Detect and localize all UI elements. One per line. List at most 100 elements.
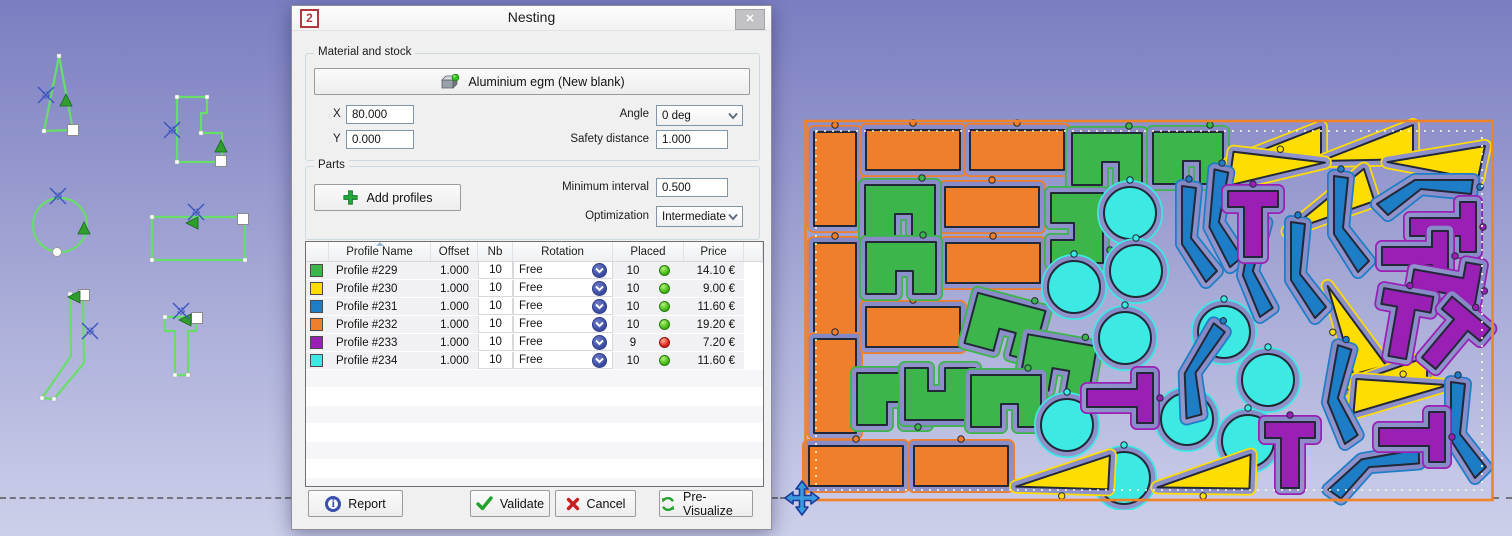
profile-table-row[interactable]: Profile #2331.00010Free97.20 € (306, 334, 763, 352)
rotation-cell[interactable]: Free (513, 298, 613, 315)
stick-profile[interactable] (40, 290, 98, 402)
rotation-cell[interactable]: Free (513, 334, 613, 351)
swatch-cell (306, 262, 329, 279)
header-offset[interactable]: Offset (431, 242, 478, 261)
rotation-dropdown-button[interactable] (592, 317, 607, 332)
header-nb[interactable]: Nb (478, 242, 513, 261)
nested-part-orange[interactable] (814, 233, 856, 337)
nb-cell[interactable]: 10 (478, 316, 513, 333)
nested-part-cyan[interactable] (1099, 302, 1151, 364)
vertex-tick (40, 396, 44, 400)
nested-part-green[interactable] (866, 232, 936, 294)
nested-part-orange[interactable] (814, 329, 856, 433)
start-handle[interactable] (53, 248, 62, 257)
circle-profile[interactable] (33, 188, 90, 257)
nested-part-cyan[interactable] (1242, 344, 1294, 406)
nested-part-orange[interactable] (914, 436, 1008, 486)
header-swatch[interactable] (306, 242, 329, 261)
nested-part-orange[interactable] (866, 120, 960, 170)
profile-table-row[interactable]: Profile #2321.00010Free1019.20 € (306, 316, 763, 334)
profile-color-swatch (310, 282, 323, 295)
nested-part-orange[interactable] (814, 122, 856, 226)
offset-cell: 1.000 (431, 316, 478, 333)
add-profiles-button[interactable]: Add profiles (314, 184, 461, 211)
nested-part-cyan[interactable] (1048, 251, 1100, 313)
validate-button[interactable]: Validate (470, 490, 550, 517)
move-cross-icon[interactable] (782, 478, 822, 518)
profiles-canvas[interactable] (0, 0, 290, 536)
nested-part-green[interactable] (865, 175, 935, 237)
material-button-label: Aluminium egm (New blank) (468, 75, 624, 89)
profile-table-row[interactable]: Profile #2301.00010Free109.00 € (306, 280, 763, 298)
nb-cell[interactable]: 10 (478, 352, 513, 369)
entry-point-dot (1126, 123, 1132, 129)
nested-part-blue[interactable] (1324, 448, 1435, 501)
close-icon[interactable]: ✕ (735, 9, 765, 30)
profile-table-row[interactable]: Profile #2311.00010Free1011.60 € (306, 298, 763, 316)
rotation-cell[interactable]: Free (513, 352, 613, 369)
filler-cell (744, 352, 763, 369)
end-handle[interactable] (192, 313, 203, 324)
rotation-cell[interactable]: Free (513, 262, 613, 279)
nested-part-orange[interactable] (809, 436, 903, 486)
rotation-cell[interactable]: Free (513, 316, 613, 333)
entry-point-dot (1207, 122, 1213, 128)
t-profile[interactable] (163, 303, 203, 377)
nested-part-orange[interactable] (946, 233, 1040, 283)
nested-part-cyan[interactable] (1110, 235, 1162, 297)
x-field[interactable]: 80.000 (346, 105, 414, 124)
nested-part-blue[interactable] (1291, 212, 1326, 318)
minimum-interval-field[interactable]: 0.500 (656, 178, 728, 197)
rotation-dropdown-button[interactable] (592, 335, 607, 350)
header-rotation[interactable]: Rotation (513, 242, 613, 261)
header-placed[interactable]: Placed (613, 242, 684, 261)
nested-part-orange[interactable] (970, 120, 1064, 170)
step-profile[interactable] (164, 95, 227, 167)
rotation-dropdown-button[interactable] (592, 263, 607, 278)
rotation-cell[interactable]: Free (513, 280, 613, 297)
nb-cell[interactable]: 10 (478, 334, 513, 351)
rotation-dropdown-button[interactable] (592, 281, 607, 296)
nested-part-orange[interactable] (945, 177, 1039, 227)
safety-distance-field[interactable]: 1.000 (656, 130, 728, 149)
nesting-canvas[interactable] (795, 110, 1505, 510)
rotation-dropdown-button[interactable] (592, 299, 607, 314)
header-price[interactable]: Price (684, 242, 744, 261)
triangle-profile[interactable] (38, 54, 79, 136)
dialog-titlebar[interactable]: 2 Nesting ✕ (292, 6, 771, 31)
profile-table-row[interactable]: Profile #2341.00010Free1011.60 € (306, 352, 763, 370)
nb-cell[interactable]: 10 (478, 280, 513, 297)
nb-cell[interactable]: 10 (478, 298, 513, 315)
status-dot (659, 319, 670, 330)
header-profile-name[interactable]: Profile Name (329, 242, 431, 261)
previsualize-button[interactable]: Pre-Visualize (659, 490, 753, 517)
cancel-button[interactable]: Cancel (555, 490, 636, 517)
optimization-select[interactable]: Intermediate (656, 206, 743, 227)
report-button[interactable]: i Report (308, 490, 403, 517)
rect-profile[interactable] (150, 204, 249, 262)
entry-point-dot (1287, 412, 1293, 418)
y-field[interactable]: 0.000 (346, 130, 414, 149)
end-handle[interactable] (238, 214, 249, 225)
end-handle[interactable] (68, 125, 79, 136)
nested-part-green[interactable] (971, 365, 1041, 427)
nested-part-green[interactable] (1072, 123, 1142, 185)
material-button[interactable]: Aluminium egm (New blank) (314, 68, 750, 95)
dialog-title: Nesting (292, 9, 771, 25)
table-header-row[interactable]: Profile Name Offset Nb Rotation Placed P… (306, 242, 763, 262)
nested-part-yellow[interactable] (1157, 451, 1251, 500)
end-handle[interactable] (216, 156, 227, 167)
angle-select[interactable]: 0 deg (656, 105, 743, 126)
optimization-value: Intermediate (662, 211, 726, 223)
nested-part-yellow[interactable] (1016, 451, 1110, 502)
nested-part-cyan[interactable] (1104, 177, 1156, 239)
profiles-table[interactable]: Profile Name Offset Nb Rotation Placed P… (305, 241, 764, 487)
nested-part-blue[interactable] (1451, 372, 1486, 478)
nested-part-orange[interactable] (866, 297, 960, 347)
profile-table-row[interactable]: Profile #2291.00010Free1014.10 € (306, 262, 763, 280)
offset-cell: 1.000 (431, 280, 478, 297)
vertex-tick (186, 373, 190, 377)
rotation-dropdown-button[interactable] (592, 353, 607, 368)
minimum-interval-value: 0.500 (662, 182, 691, 194)
nb-cell[interactable]: 10 (478, 262, 513, 279)
